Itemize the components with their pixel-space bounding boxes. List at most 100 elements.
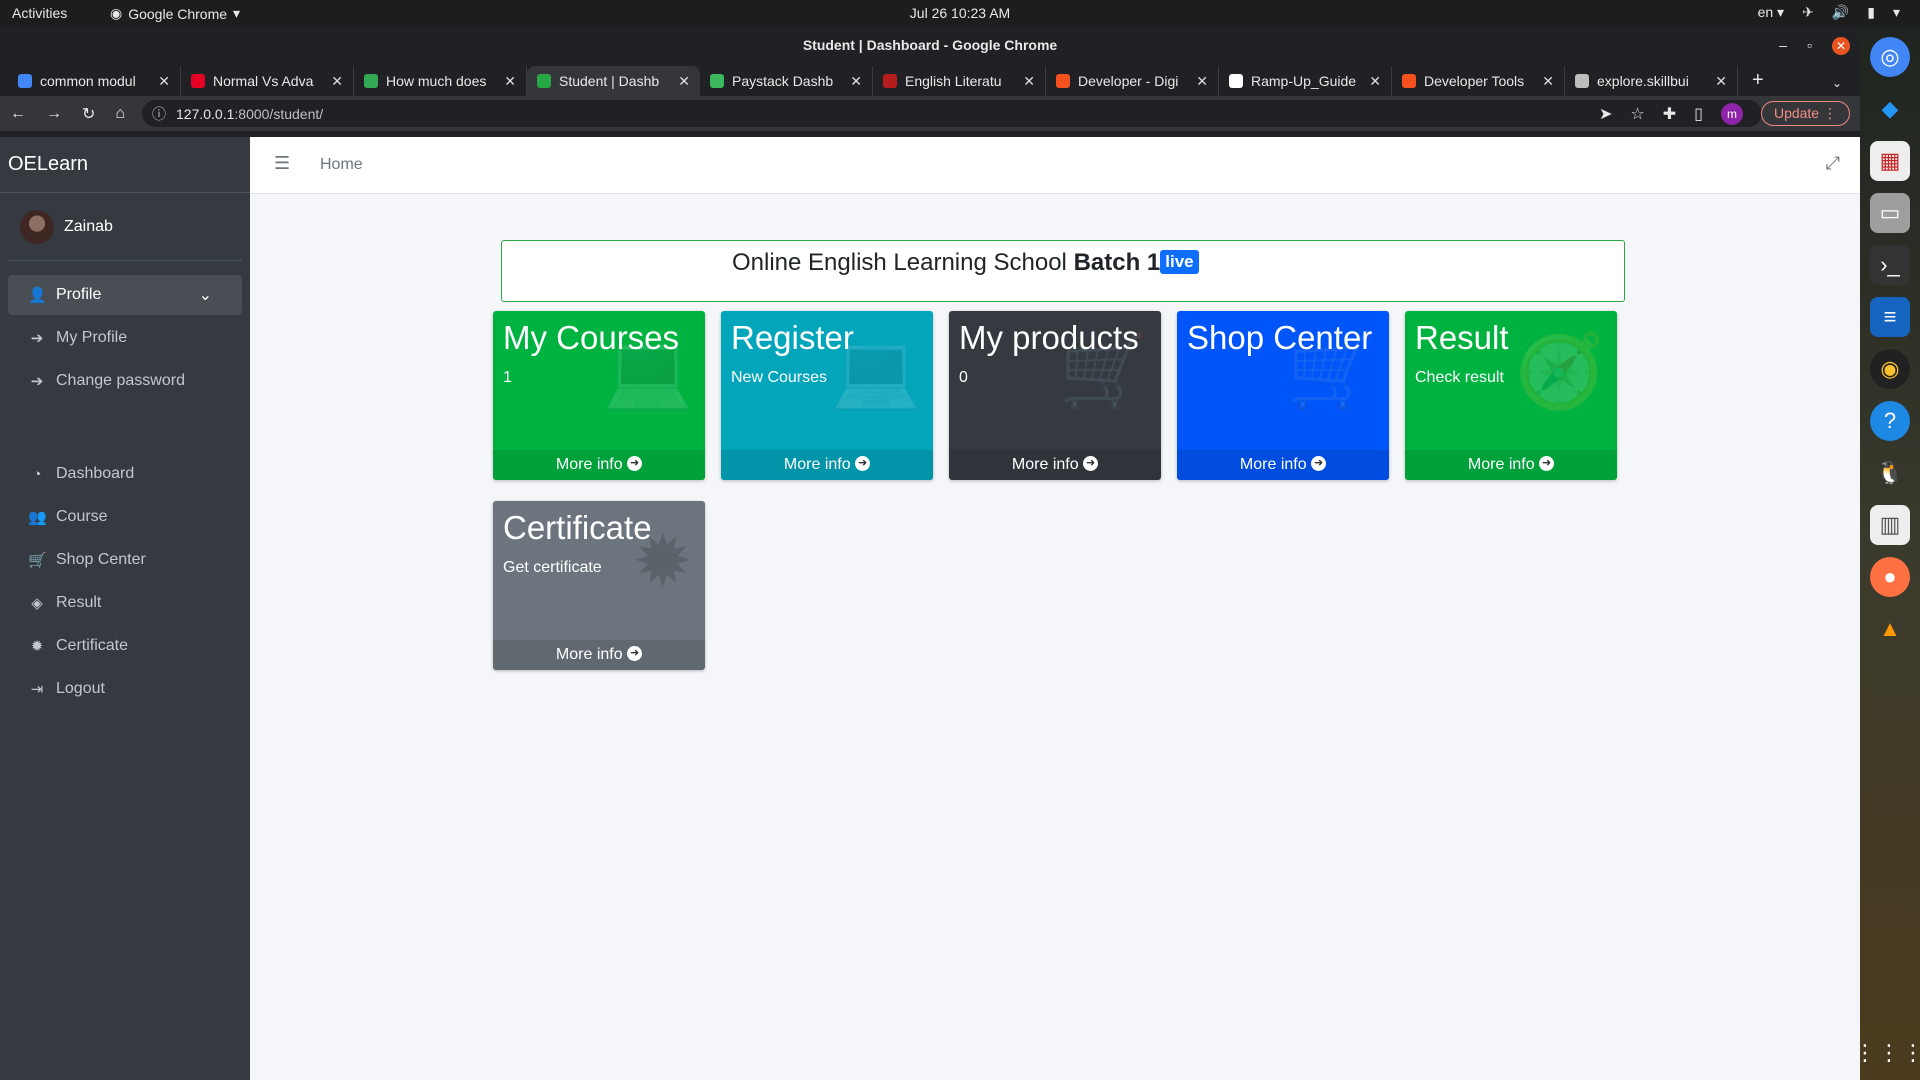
sidebar-item-profile[interactable]: 👤 Profile ⌄ <box>8 275 242 315</box>
app-menu[interactable]: ◉ Google Chrome ▾ <box>110 5 240 22</box>
arrow-circle-right-icon: ➜ <box>1083 456 1099 472</box>
shop-center-card: 🛒 Shop Center More info ➜ <box>1177 311 1389 480</box>
brand-logo[interactable]: OELearn <box>0 137 250 193</box>
dashboard-icon: ◔ <box>32 465 42 483</box>
send-icon[interactable]: ➤ <box>1599 104 1612 124</box>
terminal-dock-icon[interactable]: ›_ <box>1870 245 1910 285</box>
home-icon[interactable]: ⌂ <box>115 105 125 123</box>
battery-icon[interactable]: ▮ <box>1867 4 1875 21</box>
language-label: en <box>1757 4 1774 20</box>
user-name[interactable]: Zainab <box>64 218 113 236</box>
tab-8[interactable]: Developer Tools ✕ <box>1392 66 1565 96</box>
sidebar-item-course[interactable]: 👥 Course <box>8 497 242 537</box>
browser-toolbar: ← → ↻ ⌂ ⓘ 127.0.0.1:8000/student/ ➤ ☆ ✚ … <box>0 96 1860 131</box>
sidebar-item-certificate[interactable]: ✹ Certificate <box>8 626 242 666</box>
vscode-dock-icon[interactable]: ◆ <box>1870 89 1910 129</box>
sidebar-item-label: Profile <box>56 286 102 303</box>
close-tab-icon[interactable]: ✕ <box>1369 73 1381 90</box>
sidebar-item-my-profile[interactable]: ➔ My Profile <box>8 318 242 358</box>
tab-search-icon[interactable]: ⌄ <box>1832 76 1842 90</box>
profile-avatar[interactable]: m <box>1720 102 1743 125</box>
activities-button[interactable]: Activities <box>12 5 67 21</box>
more-info-link[interactable]: More info ➜ <box>721 450 933 480</box>
book-dock-icon[interactable]: ▥ <box>1870 505 1910 545</box>
arrow-circle-right-icon: ➜ <box>1539 456 1555 472</box>
side-panel-icon[interactable]: ▯ <box>1694 104 1703 124</box>
tab-favicon <box>191 74 205 88</box>
more-info-link[interactable]: More info ➜ <box>493 640 705 670</box>
reload-icon[interactable]: ↻ <box>82 104 95 124</box>
close-window-icon[interactable]: ✕ <box>1832 36 1850 55</box>
tab-favicon <box>1402 74 1416 88</box>
files-dock-icon[interactable]: ▭ <box>1870 193 1910 233</box>
minimize-icon[interactable]: – <box>1779 27 1787 64</box>
sidebar-item-shop-center[interactable]: 🛒 Shop Center <box>8 540 242 580</box>
banner-label: Online English Learning School <box>732 249 1074 276</box>
close-tab-icon[interactable]: ✕ <box>850 73 862 90</box>
airplane-icon[interactable]: ✈ <box>1802 4 1814 21</box>
bookmark-star-icon[interactable]: ☆ <box>1630 104 1644 124</box>
close-tab-icon[interactable]: ✕ <box>1196 73 1208 90</box>
close-tab-icon[interactable]: ✕ <box>1542 73 1554 90</box>
url-path: :8000/student/ <box>234 105 324 122</box>
vlc-dock-icon[interactable]: ▲ <box>1870 609 1910 649</box>
chrome-icon: ◉ <box>110 5 123 21</box>
more-info-link[interactable]: More info ➜ <box>949 450 1161 480</box>
close-tab-icon[interactable]: ✕ <box>678 73 690 90</box>
tab-6[interactable]: Developer - Digi ✕ <box>1046 66 1219 96</box>
more-info-link[interactable]: More info ➜ <box>493 450 705 480</box>
chrome-dock-icon[interactable]: ◎ <box>1870 37 1910 77</box>
fullscreen-icon[interactable]: ⤢ <box>1826 153 1840 174</box>
more-info-link[interactable]: More info ➜ <box>1405 450 1617 480</box>
rhythmbox-dock-icon[interactable]: ◉ <box>1870 349 1910 389</box>
tab-9[interactable]: explore.skillbui ✕ <box>1565 66 1738 96</box>
maximize-icon[interactable]: ▫ <box>1807 27 1812 64</box>
chevron-down-icon: ▾ <box>233 5 241 21</box>
home-link[interactable]: Home <box>320 156 363 174</box>
forward-icon[interactable]: → <box>46 105 62 123</box>
screenshot-dock-icon[interactable]: ▦ <box>1870 141 1910 181</box>
sidebar-item-label: My Profile <box>56 329 128 346</box>
more-info-label: More info <box>1239 456 1307 473</box>
update-button[interactable]: Update ⋮ <box>1760 101 1850 126</box>
sidebar-item-logout[interactable]: ⇥ Logout <box>8 669 242 709</box>
close-tab-icon[interactable]: ✕ <box>1023 73 1035 90</box>
more-info-link[interactable]: More info ➜ <box>1177 450 1389 480</box>
volume-icon[interactable]: 🔊 <box>1832 4 1849 21</box>
extensions-icon[interactable]: ✚ <box>1663 104 1676 124</box>
tab-favicon <box>537 74 551 88</box>
tab-1[interactable]: Normal Vs Adva ✕ <box>181 66 354 96</box>
back-icon[interactable]: ← <box>10 105 26 123</box>
close-tab-icon[interactable]: ✕ <box>504 73 516 90</box>
sidebar-item-label: Dashboard <box>56 465 135 482</box>
clock[interactable]: Jul 26 10:23 AM <box>910 5 1010 21</box>
user-icon: 👤 <box>28 287 47 304</box>
show-apps-icon[interactable]: ⋮⋮⋮ <box>1854 1040 1920 1066</box>
address-bar[interactable]: ⓘ 127.0.0.1:8000/student/ <box>142 100 1762 127</box>
writer-dock-icon[interactable]: ≡ <box>1870 297 1910 337</box>
menu-toggle-icon[interactable]: ☰ <box>274 153 290 174</box>
sidebar-item-result[interactable]: ◈ Result <box>8 583 242 623</box>
tab-7[interactable]: Ramp-Up_Guide ✕ <box>1219 66 1392 96</box>
chevron-down-icon[interactable]: ▾ <box>1893 4 1900 21</box>
language-indicator[interactable]: en ▾ <box>1758 4 1785 21</box>
close-tab-icon[interactable]: ✕ <box>158 73 170 90</box>
tab-3[interactable]: Student | Dashb ✕ <box>527 66 700 96</box>
sidebar-item-change-password[interactable]: ➔ Change password <box>8 361 242 401</box>
tab-4[interactable]: Paystack Dashb ✕ <box>700 66 873 96</box>
close-tab-icon[interactable]: ✕ <box>331 73 343 90</box>
close-tab-icon[interactable]: ✕ <box>1715 73 1727 90</box>
tux-dock-icon[interactable]: 🐧 <box>1870 453 1910 493</box>
url-host: 127.0.0.1 <box>176 105 235 122</box>
system-tray[interactable]: en ▾ ✈ 🔊 ▮ ▾ <box>1758 4 1900 21</box>
firefox-dock-icon[interactable]: ● <box>1870 557 1910 597</box>
tab-2[interactable]: How much does ✕ <box>354 66 527 96</box>
new-tab-button[interactable]: + <box>1752 69 1764 92</box>
tab-5[interactable]: English Literatu ✕ <box>873 66 1046 96</box>
site-info-icon[interactable]: ⓘ <box>152 104 166 124</box>
more-info-label: More info <box>555 456 623 473</box>
dock: ◎ ◆ ▦ ▭ ›_ ≡ ◉ ? 🐧 ▥ ● ▲ ⋮⋮⋮ <box>1854 27 1920 1080</box>
sidebar-item-dashboard[interactable]: ◔ Dashboard <box>8 454 242 494</box>
help-dock-icon[interactable]: ? <box>1870 401 1910 441</box>
tab-0[interactable]: common modul ✕ <box>8 66 181 96</box>
